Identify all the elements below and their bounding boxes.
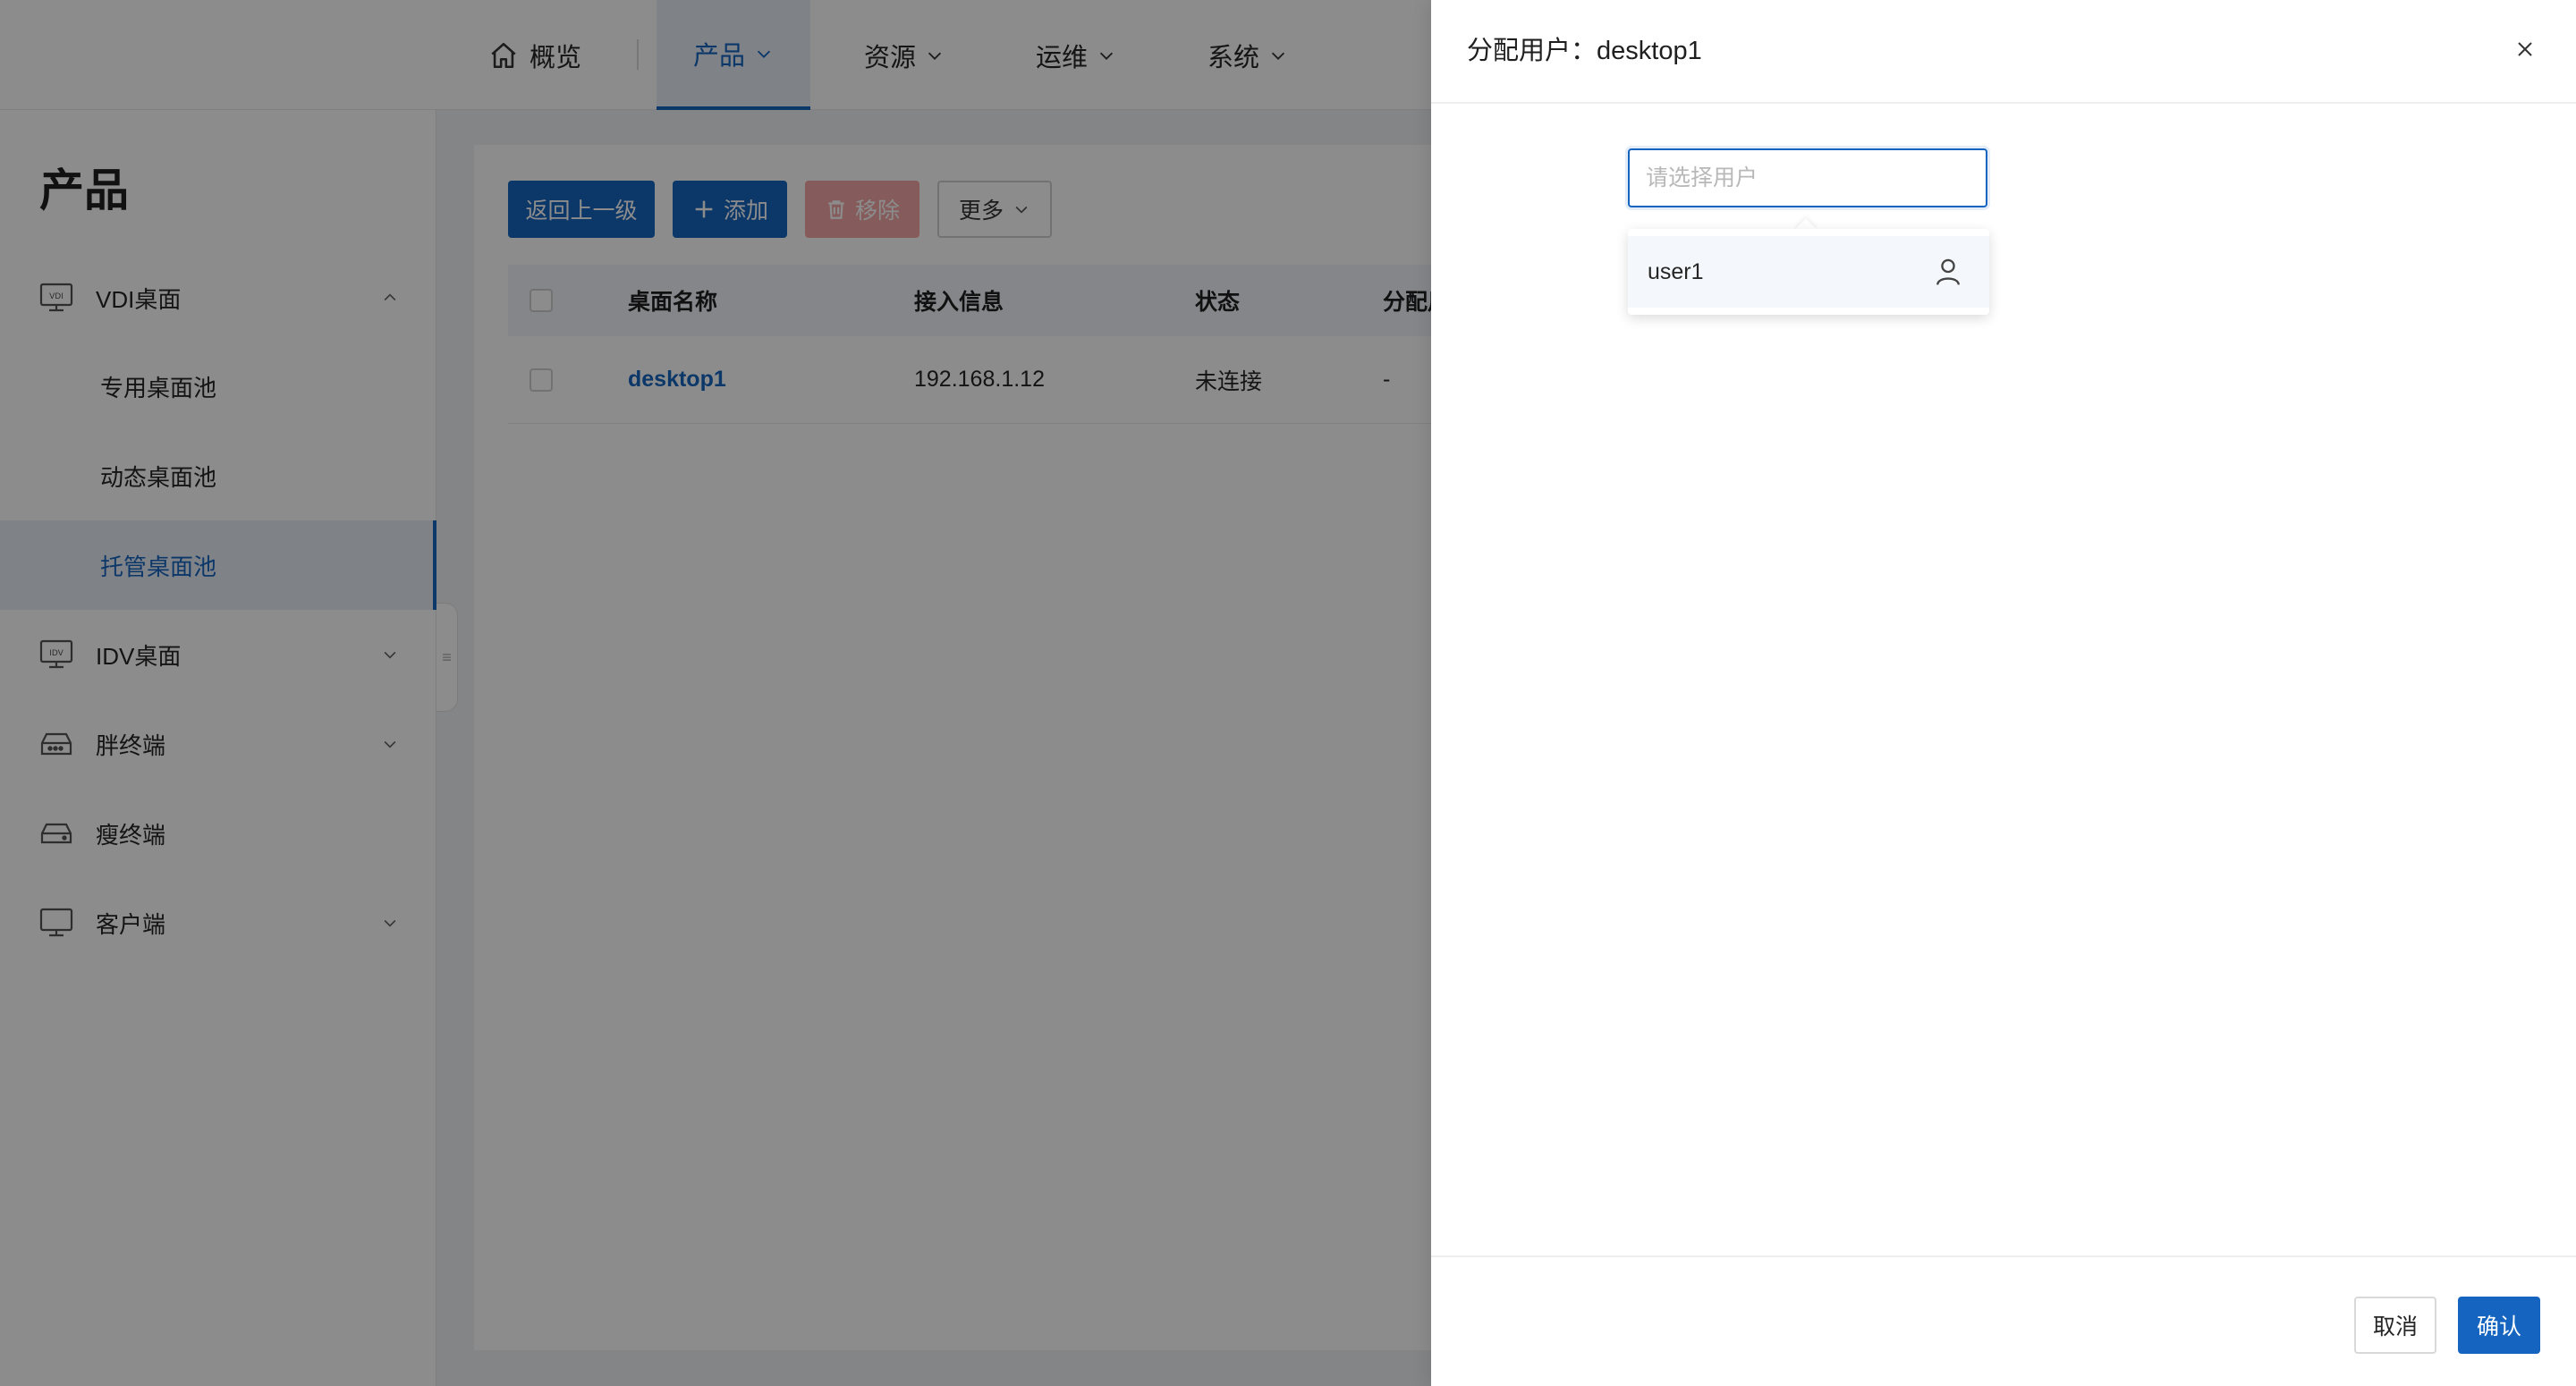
cancel-button-label: 取消 (2372, 1314, 2418, 1340)
drawer-footer: 取消 确认 (1431, 1255, 2576, 1386)
drawer-header: 分配用户：desktop1 (1431, 0, 2576, 104)
drawer-title: 分配用户：desktop1 (1467, 37, 1702, 65)
assign-user-drawer: 分配用户：desktop1 * 用户 user1 取消 确认 (1431, 0, 2576, 1386)
confirm-button[interactable]: 确认 (2458, 1297, 2540, 1354)
user-select-input[interactable] (1628, 148, 1987, 207)
dropdown-option-label: user1 (1648, 258, 1704, 284)
close-button[interactable] (2510, 34, 2540, 64)
cancel-button[interactable]: 取消 (2354, 1297, 2436, 1354)
dropdown-option-user1[interactable]: user1 (1628, 236, 1989, 308)
user-dropdown: user1 (1628, 229, 1989, 315)
close-icon (2518, 42, 2532, 56)
confirm-button-label: 确认 (2476, 1314, 2521, 1340)
user-icon (1936, 258, 1960, 285)
